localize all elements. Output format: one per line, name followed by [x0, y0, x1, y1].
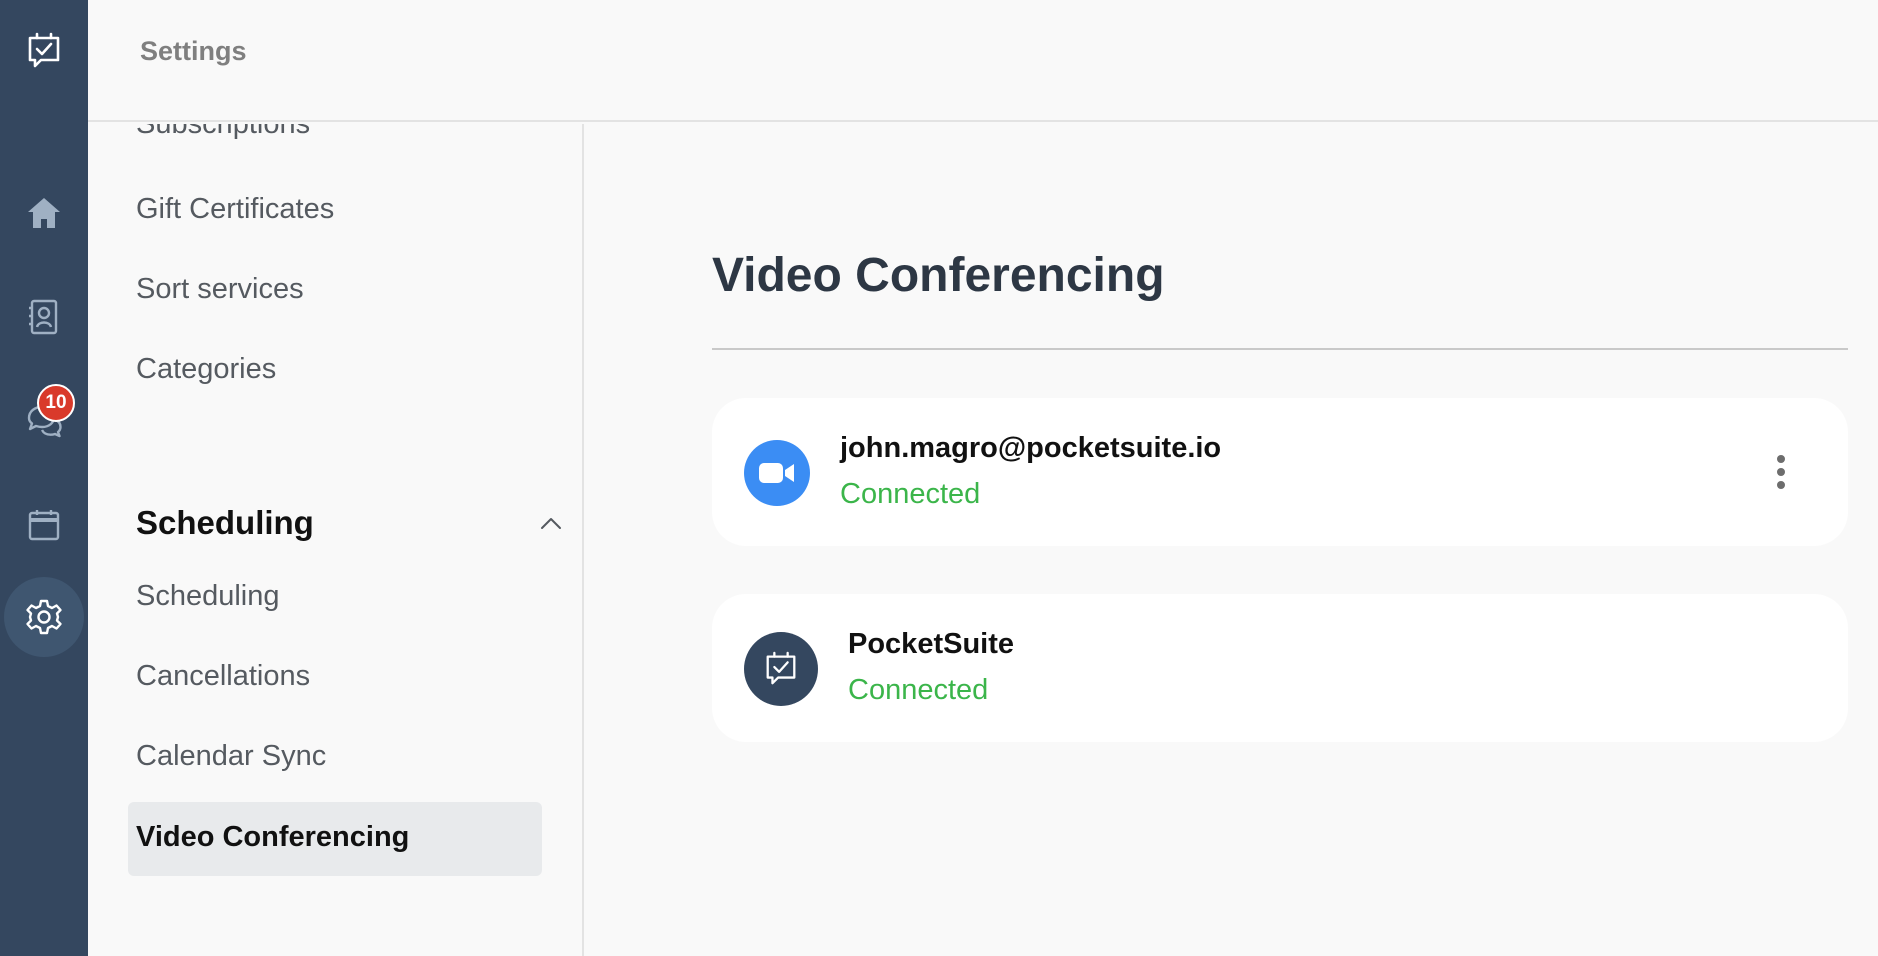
app-root: 10 Settings Subscriptions Gift Certifica…: [0, 0, 1878, 956]
menu-item-categories[interactable]: Categories: [136, 353, 276, 386]
settings-submenu: Subscriptions Gift Certificates Sort ser…: [88, 124, 584, 956]
calendar-icon[interactable]: [0, 500, 88, 550]
connection-status: Connected: [840, 478, 981, 510]
pocketsuite-logo-icon[interactable]: [0, 26, 88, 76]
home-icon[interactable]: [0, 188, 88, 238]
connection-status: Connected: [848, 674, 989, 706]
connection-account-name: john.magro@pocketsuite.io: [840, 432, 1222, 464]
menu-item-cancellations[interactable]: Cancellations: [136, 660, 310, 693]
menu-item-sort-services[interactable]: Sort services: [136, 273, 304, 306]
left-rail: 10: [0, 0, 88, 956]
pocketsuite-logo-icon: [744, 632, 818, 706]
menu-item-label: Video Conferencing: [136, 821, 410, 853]
menu-item-scheduling[interactable]: Scheduling: [136, 580, 280, 613]
video-camera-icon: [744, 440, 810, 506]
menu-item-calendar-sync[interactable]: Calendar Sync: [136, 740, 326, 773]
menu-item-video-conferencing[interactable]: Video Conferencing: [128, 802, 542, 876]
menu-item-gift-certificates[interactable]: Gift Certificates: [136, 193, 334, 226]
settings-nav-item[interactable]: [0, 576, 88, 658]
page-header-title: Settings: [140, 36, 247, 66]
more-options-icon[interactable]: [1766, 450, 1796, 494]
title-divider: [712, 348, 1848, 350]
section-header-scheduling[interactable]: Scheduling: [136, 504, 314, 542]
connection-card-zoom: john.magro@pocketsuite.io Connected: [712, 398, 1848, 546]
page-title: Video Conferencing: [712, 249, 1165, 302]
top-bar: Settings: [88, 0, 1878, 122]
connection-card-pocketsuite: PocketSuite Connected: [712, 594, 1848, 742]
chevron-up-icon[interactable]: [540, 516, 562, 535]
gear-icon: [4, 577, 84, 657]
main-content: Video Conferencing john.magro@pocketsuit…: [586, 124, 1878, 956]
unread-badge: 10: [37, 384, 75, 422]
menu-item-subscriptions[interactable]: Subscriptions: [136, 124, 310, 141]
contacts-icon[interactable]: [0, 292, 88, 342]
connection-account-name: PocketSuite: [848, 628, 1014, 660]
